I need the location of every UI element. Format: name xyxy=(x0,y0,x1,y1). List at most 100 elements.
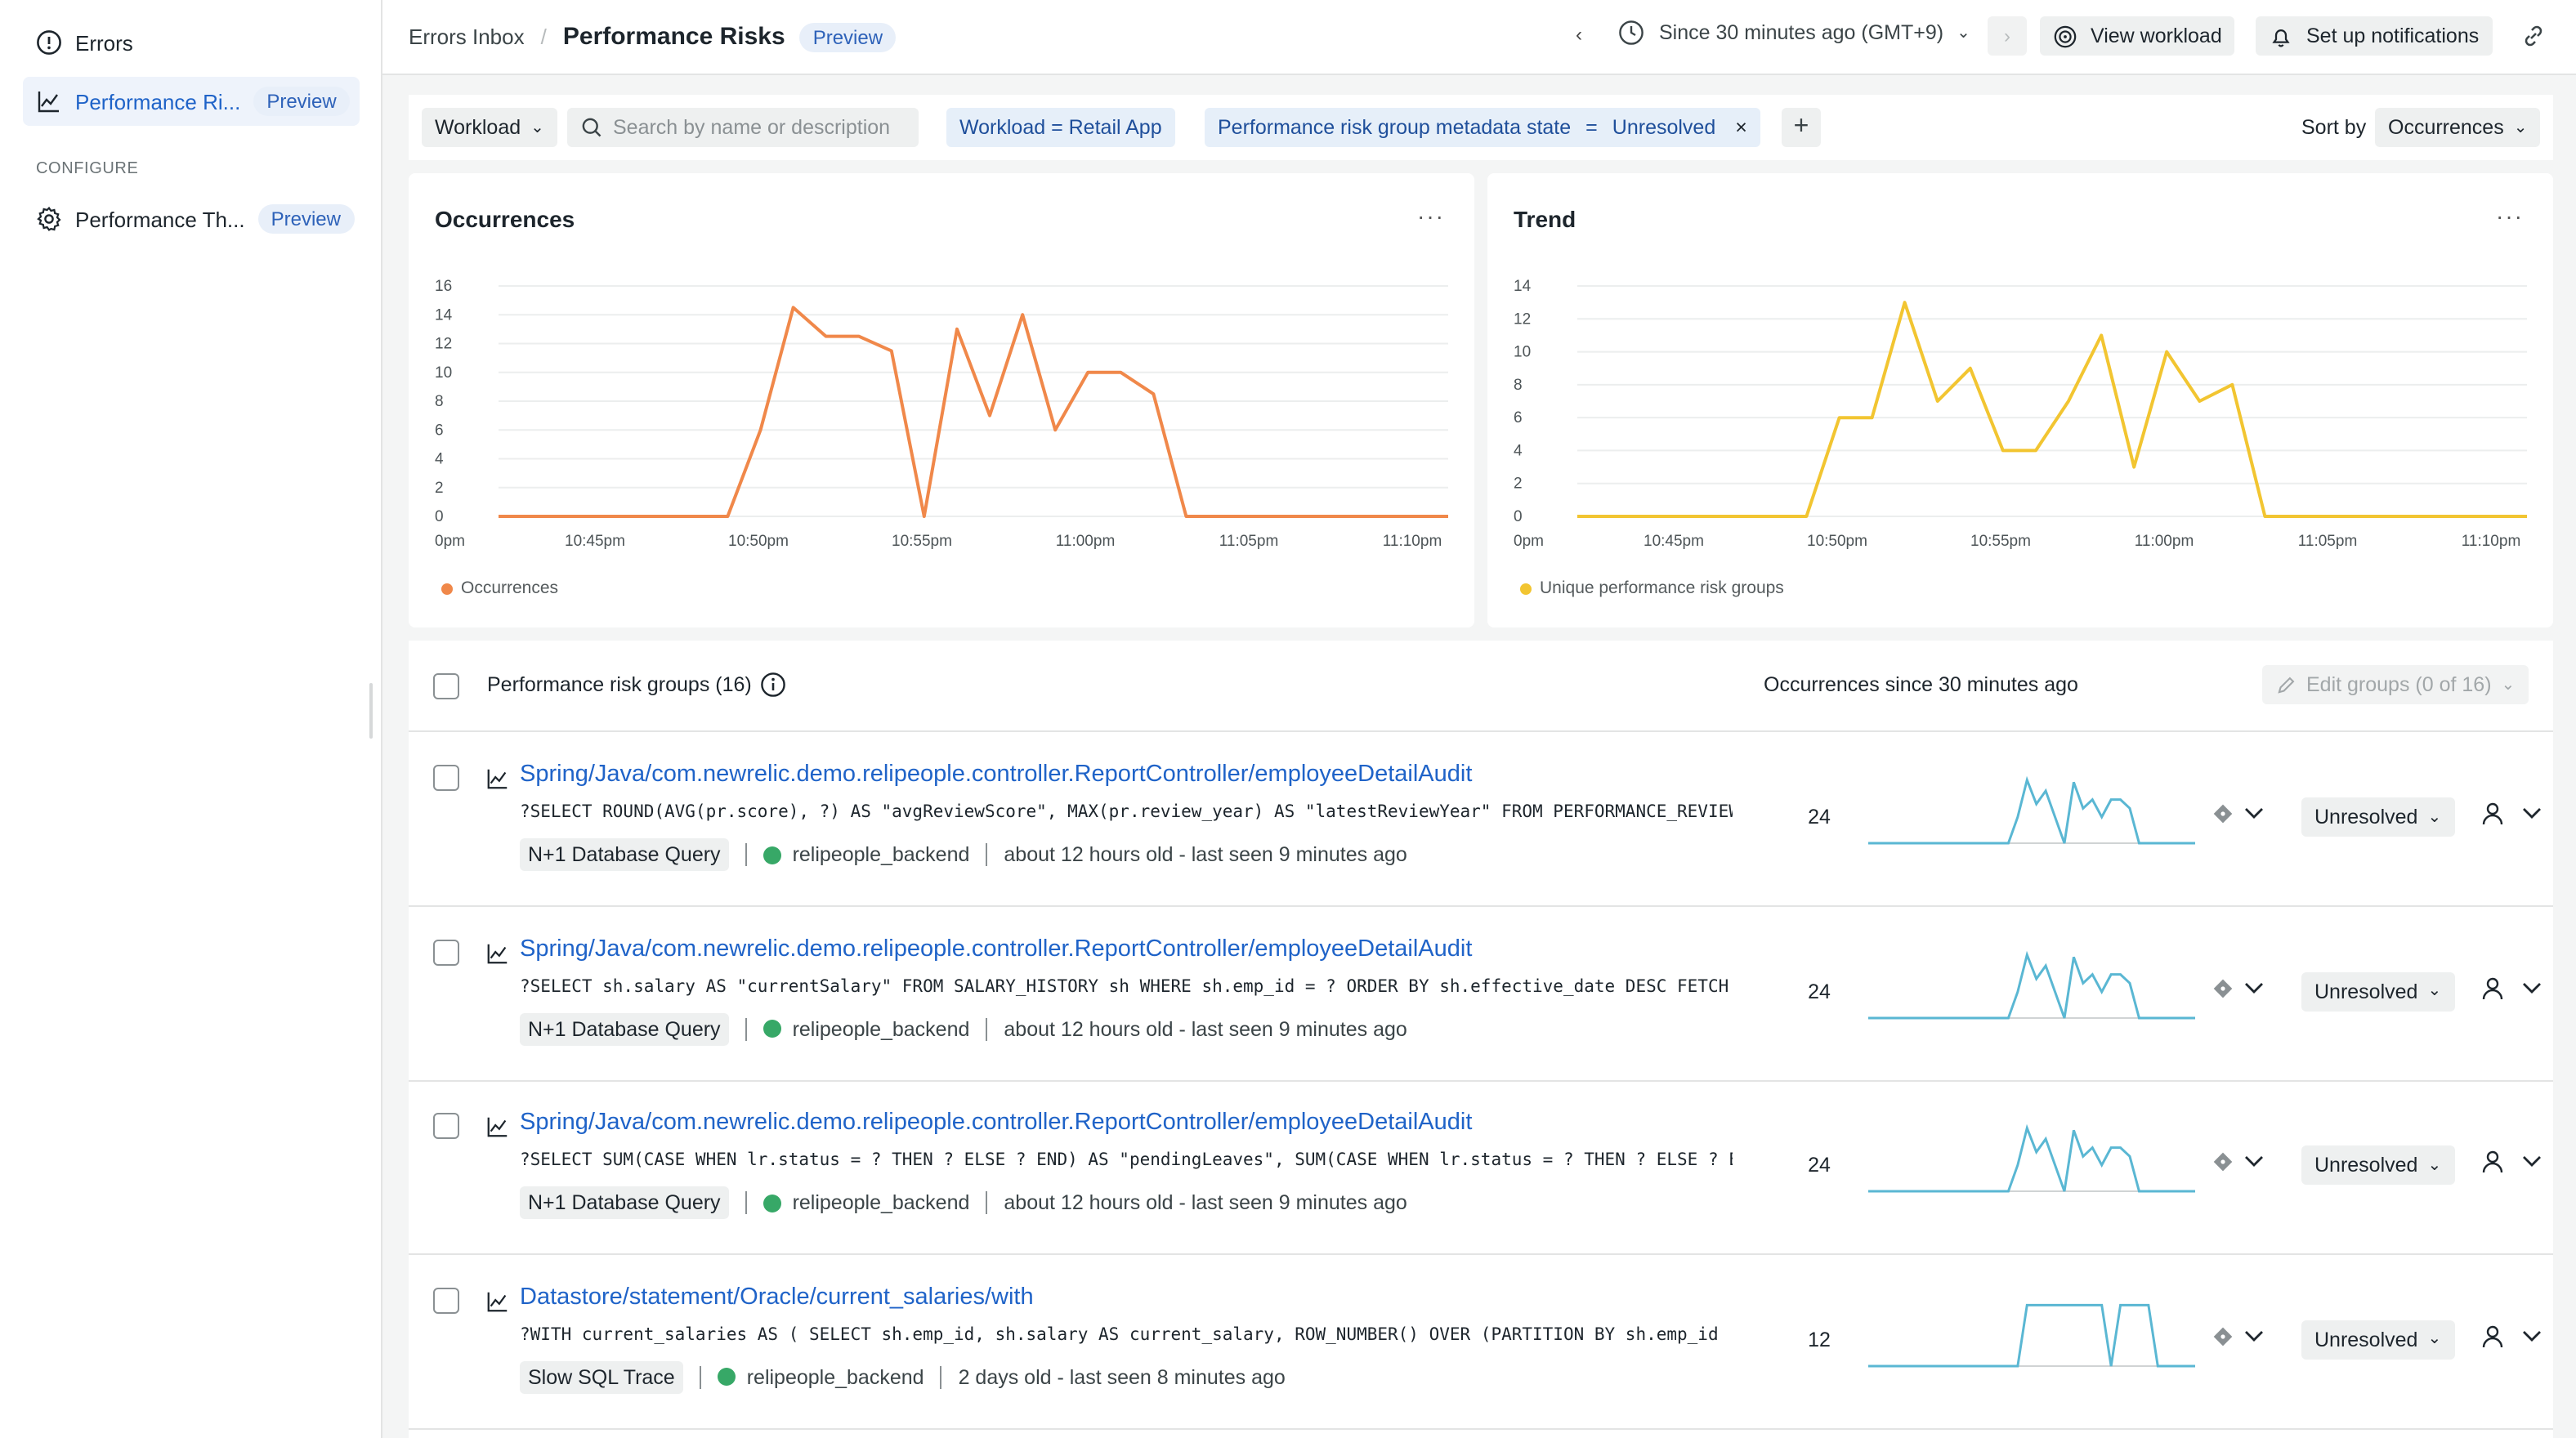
breadcrumb[interactable]: Errors Inbox xyxy=(409,25,525,49)
edit-groups-button[interactable]: Edit groups (0 of 16) ⌄ xyxy=(2262,665,2529,704)
user-icon[interactable] xyxy=(2480,1323,2506,1349)
chevron-down-icon: ⌄ xyxy=(2427,1330,2442,1348)
sidebar-item-performance-thresholds[interactable]: Performance Th... Preview xyxy=(23,194,360,243)
risk-group-link[interactable]: Spring/Java/com.newrelic.demo.relipeople… xyxy=(520,1110,1472,1136)
sidebar-item-label: Errors xyxy=(75,30,133,55)
y-tick-label: 14 xyxy=(435,306,453,324)
select-all-checkbox[interactable] xyxy=(433,673,459,699)
sparkline-line xyxy=(1868,775,2195,845)
chevron-down-icon: ⌄ xyxy=(2427,982,2442,1000)
search-input[interactable]: Search by name or description xyxy=(567,108,919,147)
y-tick-label: 10 xyxy=(435,364,452,382)
close-icon[interactable]: × xyxy=(1735,116,1747,139)
chevron-down-icon[interactable] xyxy=(2244,1329,2264,1342)
chevron-down-icon[interactable] xyxy=(2244,807,2264,820)
age-text: about 12 hours old - last seen 9 minutes… xyxy=(1004,843,1407,866)
risk-group-link[interactable]: Spring/Java/com.newrelic.demo.relipeople… xyxy=(520,936,1472,962)
priority-diamond-icon[interactable] xyxy=(2212,1150,2234,1173)
chevron-down-icon[interactable] xyxy=(2522,981,2542,994)
priority-diamond-icon[interactable] xyxy=(2212,976,2234,999)
list-item[interactable]: Spring/Java/com.newrelic.demo.relipeople… xyxy=(409,1080,2553,1255)
x-tick-label: 11:10pm xyxy=(2462,533,2521,550)
priority-diamond-icon[interactable] xyxy=(2212,802,2234,825)
entity-link[interactable]: relipeople_backend xyxy=(793,1191,970,1214)
list-item[interactable]: Spring/Java/com.newrelic.demo.relipeople… xyxy=(409,732,2553,907)
chevron-down-icon[interactable] xyxy=(2244,981,2264,994)
x-tick-label: 10:45pm xyxy=(1644,533,1704,550)
info-icon[interactable] xyxy=(760,672,786,698)
entity-link[interactable]: relipeople_backend xyxy=(793,843,970,866)
risk-group-link[interactable]: Datastore/statement/Oracle/current_salar… xyxy=(520,1284,1034,1310)
y-tick-label: 12 xyxy=(435,336,452,353)
occurrence-sparkline xyxy=(1868,949,2195,1019)
row-checkbox[interactable] xyxy=(433,1287,459,1313)
chevron-right-icon[interactable]: › xyxy=(1988,16,2027,56)
sidebar: Errors Performance Ri... Preview CONFIGU… xyxy=(0,0,382,1438)
sparkline-line xyxy=(1868,949,2195,1019)
entity-link[interactable]: relipeople_backend xyxy=(747,1365,924,1388)
row-checkbox[interactable] xyxy=(433,939,459,965)
risk-type-tag: Slow SQL Trace xyxy=(520,1360,683,1393)
sidebar-item-performance-risks[interactable]: Performance Ri... Preview xyxy=(23,77,360,126)
chevron-down-icon[interactable] xyxy=(2522,1329,2542,1342)
view-workload-button[interactable]: View workload xyxy=(2040,16,2235,56)
user-icon[interactable] xyxy=(2480,975,2506,1001)
status-select[interactable]: Unresolved ⌄ xyxy=(2301,971,2455,1011)
sparkline-line xyxy=(1868,1302,2195,1367)
list-item[interactable]: Datastore/statement/Oracle/current_salar… xyxy=(409,1254,2553,1429)
preview-badge: Preview xyxy=(799,22,897,51)
chevron-left-icon[interactable]: ‹ xyxy=(1576,23,1582,46)
chevron-down-icon[interactable] xyxy=(2244,1155,2264,1168)
entity-status-icon xyxy=(717,1368,736,1386)
y-tick-label: 0 xyxy=(1514,508,1523,525)
entity-status-icon xyxy=(763,1020,781,1038)
row-meta: Slow SQL Trace relipeople_backend 2 days… xyxy=(520,1359,1286,1395)
divider xyxy=(745,1017,747,1040)
list-item[interactable]: Spring/Java/com.newrelic.demo.relipeople… xyxy=(409,906,2553,1081)
x-tick-label: 10:55pm xyxy=(1970,533,2031,550)
status-select[interactable]: Unresolved ⌄ xyxy=(2301,1145,2455,1185)
filter-chip-operator: = xyxy=(1585,116,1598,139)
x-tick-label: 11:05pm xyxy=(1219,533,1279,550)
user-icon[interactable] xyxy=(2480,801,2506,827)
x-tick-label: 10:55pm xyxy=(892,533,952,550)
filter-chip-workload[interactable]: Workload = Retail App xyxy=(946,108,1175,147)
risk-type-tag: N+1 Database Query xyxy=(520,1186,729,1219)
y-tick-label: 6 xyxy=(435,422,444,439)
chevron-down-icon[interactable] xyxy=(2522,1155,2542,1168)
resize-handle[interactable] xyxy=(369,683,373,739)
sort-value: Occurrences xyxy=(2388,116,2504,139)
x-tick-label: 0pm xyxy=(435,533,465,550)
link-icon[interactable] xyxy=(2520,23,2547,49)
search-icon xyxy=(582,118,602,137)
priority-diamond-icon[interactable] xyxy=(2212,1324,2234,1347)
list-heading: Performance risk groups (16) xyxy=(487,673,752,696)
filter-chip-state[interactable]: Performance risk group metadata state = … xyxy=(1205,108,1760,147)
add-filter-button[interactable]: + xyxy=(1782,108,1821,147)
row-checkbox[interactable] xyxy=(433,765,459,791)
sort-select[interactable]: Occurrences ⌄ xyxy=(2375,108,2541,147)
row-checkbox[interactable] xyxy=(433,1113,459,1139)
risk-group-link[interactable]: Spring/Java/com.newrelic.demo.relipeople… xyxy=(520,761,1472,788)
occurrence-count: 24 xyxy=(1808,1154,1831,1177)
legend-swatch xyxy=(1520,583,1532,594)
sidebar-item-label: Performance Th... xyxy=(75,207,245,231)
filter-bar: Workload ⌄ Search by name or description… xyxy=(409,95,2553,160)
legend-swatch xyxy=(441,583,453,594)
chart-legend: Unique performance risk groups xyxy=(1520,578,1784,598)
x-tick-label: 11:00pm xyxy=(1056,533,1116,550)
time-range-picker[interactable]: Since 30 minutes ago (GMT+9) ⌄ xyxy=(1618,20,1970,46)
y-tick-label: 2 xyxy=(435,480,444,497)
workload-select[interactable]: Workload ⌄ xyxy=(422,108,557,147)
user-icon[interactable] xyxy=(2480,1149,2506,1175)
entity-link[interactable]: relipeople_backend xyxy=(793,1017,970,1040)
chevron-down-icon[interactable] xyxy=(2522,807,2542,820)
sql-snippet: ?SELECT ROUND(AVG(pr.score), ?) AS "avgR… xyxy=(520,802,1733,822)
status-select[interactable]: Unresolved ⌄ xyxy=(2301,1320,2455,1359)
set-up-notifications-button[interactable]: Set up notifications xyxy=(2256,16,2493,56)
filter-chip-value: Unresolved xyxy=(1612,116,1716,139)
occurrence-sparkline xyxy=(1868,1302,2195,1367)
sidebar-item-errors[interactable]: Errors xyxy=(23,18,360,67)
divider xyxy=(986,1017,988,1040)
status-select[interactable]: Unresolved ⌄ xyxy=(2301,797,2455,837)
